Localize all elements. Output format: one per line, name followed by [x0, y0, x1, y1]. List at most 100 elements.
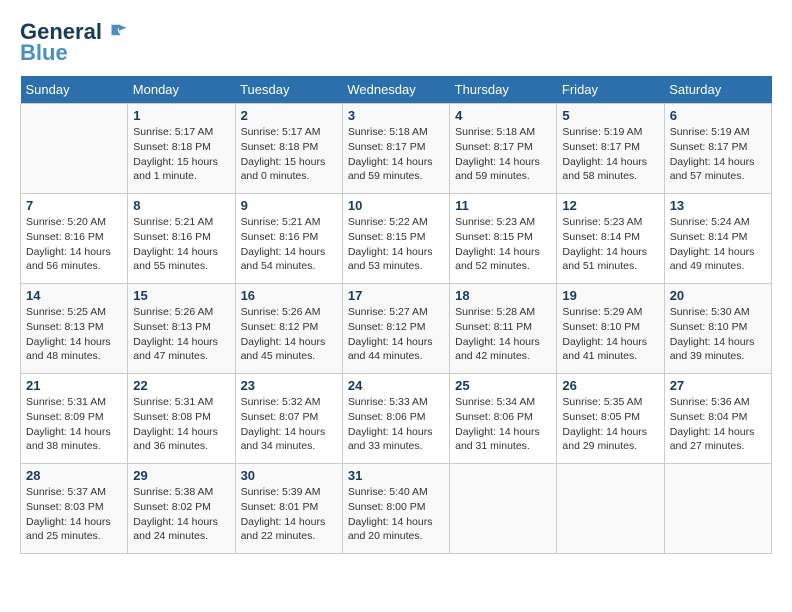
- day-number: 18: [455, 288, 551, 303]
- calendar-cell: 16 Sunrise: 5:26 AMSunset: 8:12 PMDayligh…: [235, 284, 342, 374]
- logo: General Blue: [20, 20, 128, 66]
- calendar-cell: 28 Sunrise: 5:37 AMSunset: 8:03 PMDayligh…: [21, 464, 128, 554]
- weekday-header-friday: Friday: [557, 76, 664, 104]
- day-info: Sunrise: 5:39 AMSunset: 8:01 PMDaylight:…: [241, 485, 337, 544]
- weekday-header-saturday: Saturday: [664, 76, 771, 104]
- day-info: Sunrise: 5:28 AMSunset: 8:11 PMDaylight:…: [455, 305, 551, 364]
- calendar-cell: 14 Sunrise: 5:25 AMSunset: 8:13 PMDayligh…: [21, 284, 128, 374]
- calendar-cell: 22Sunrise: 5:31 AMSunset: 8:08 PMDayligh…: [128, 374, 235, 464]
- calendar-cell: 6 Sunrise: 5:19 AMSunset: 8:17 PMDaylight…: [664, 104, 771, 194]
- day-number: 17: [348, 288, 444, 303]
- calendar-cell: 2Sunrise: 5:17 AMSunset: 8:18 PMDaylight…: [235, 104, 342, 194]
- calendar-cell: 19 Sunrise: 5:29 AMSunset: 8:10 PMDayligh…: [557, 284, 664, 374]
- day-number: 16: [241, 288, 337, 303]
- day-number: 1: [133, 108, 229, 123]
- calendar-cell: 10 Sunrise: 5:22 AMSunset: 8:15 PMDayligh…: [342, 194, 449, 284]
- calendar-cell: 18 Sunrise: 5:28 AMSunset: 8:11 PMDayligh…: [450, 284, 557, 374]
- day-number: 20: [670, 288, 766, 303]
- calendar-cell: 25 Sunrise: 5:34 AMSunset: 8:06 PMDayligh…: [450, 374, 557, 464]
- day-number: 10: [348, 198, 444, 213]
- weekday-header-wednesday: Wednesday: [342, 76, 449, 104]
- calendar-cell: 12 Sunrise: 5:23 AMSunset: 8:14 PMDayligh…: [557, 194, 664, 284]
- day-number: 29: [133, 468, 229, 483]
- calendar-cell: 3 Sunrise: 5:18 AMSunset: 8:17 PMDaylight…: [342, 104, 449, 194]
- day-info: Sunrise: 5:34 AMSunset: 8:06 PMDaylight:…: [455, 395, 551, 454]
- weekday-header-tuesday: Tuesday: [235, 76, 342, 104]
- day-info: Sunrise: 5:21 AMSunset: 8:16 PMDaylight:…: [133, 215, 229, 274]
- calendar-cell: 29 Sunrise: 5:38 AMSunset: 8:02 PMDayligh…: [128, 464, 235, 554]
- day-info: Sunrise: 5:24 AMSunset: 8:14 PMDaylight:…: [670, 215, 766, 274]
- calendar-cell: 11 Sunrise: 5:23 AMSunset: 8:15 PMDayligh…: [450, 194, 557, 284]
- day-info: Sunrise: 5:21 AMSunset: 8:16 PMDaylight:…: [241, 215, 337, 274]
- calendar-cell: 1Sunrise: 5:17 AMSunset: 8:18 PMDaylight…: [128, 104, 235, 194]
- day-info: Sunrise: 5:30 AMSunset: 8:10 PMDaylight:…: [670, 305, 766, 364]
- calendar-cell: 31 Sunrise: 5:40 AMSunset: 8:00 PMDayligh…: [342, 464, 449, 554]
- day-info: Sunrise: 5:23 AMSunset: 8:14 PMDaylight:…: [562, 215, 658, 274]
- calendar-cell: 20 Sunrise: 5:30 AMSunset: 8:10 PMDayligh…: [664, 284, 771, 374]
- day-number: 14: [26, 288, 122, 303]
- day-info: Sunrise: 5:36 AMSunset: 8:04 PMDaylight:…: [670, 395, 766, 454]
- day-number: 3: [348, 108, 444, 123]
- day-number: 8: [133, 198, 229, 213]
- weekday-header-monday: Monday: [128, 76, 235, 104]
- logo-blue: Blue: [20, 40, 68, 66]
- weekday-header-thursday: Thursday: [450, 76, 557, 104]
- day-info: Sunrise: 5:23 AMSunset: 8:15 PMDaylight:…: [455, 215, 551, 274]
- day-info: Sunrise: 5:25 AMSunset: 8:13 PMDaylight:…: [26, 305, 122, 364]
- day-info: Sunrise: 5:37 AMSunset: 8:03 PMDaylight:…: [26, 485, 122, 544]
- calendar-cell: 21 Sunrise: 5:31 AMSunset: 8:09 PMDayligh…: [21, 374, 128, 464]
- day-number: 6: [670, 108, 766, 123]
- day-number: 12: [562, 198, 658, 213]
- day-number: 15: [133, 288, 229, 303]
- calendar-cell: 7Sunrise: 5:20 AMSunset: 8:16 PMDaylight…: [21, 194, 128, 284]
- calendar-cell: [557, 464, 664, 554]
- day-info: Sunrise: 5:27 AMSunset: 8:12 PMDaylight:…: [348, 305, 444, 364]
- day-info: Sunrise: 5:17 AMSunset: 8:18 PMDaylight:…: [241, 125, 337, 184]
- calendar-cell: 17 Sunrise: 5:27 AMSunset: 8:12 PMDayligh…: [342, 284, 449, 374]
- day-info: Sunrise: 5:19 AMSunset: 8:17 PMDaylight:…: [670, 125, 766, 184]
- day-info: Sunrise: 5:26 AMSunset: 8:12 PMDaylight:…: [241, 305, 337, 364]
- day-number: 30: [241, 468, 337, 483]
- calendar-cell: 13 Sunrise: 5:24 AMSunset: 8:14 PMDayligh…: [664, 194, 771, 284]
- day-number: 4: [455, 108, 551, 123]
- calendar-cell: 26 Sunrise: 5:35 AMSunset: 8:05 PMDayligh…: [557, 374, 664, 464]
- calendar-cell: 27Sunrise: 5:36 AMSunset: 8:04 PMDayligh…: [664, 374, 771, 464]
- day-info: Sunrise: 5:38 AMSunset: 8:02 PMDaylight:…: [133, 485, 229, 544]
- day-number: 19: [562, 288, 658, 303]
- day-number: 31: [348, 468, 444, 483]
- calendar-table: SundayMondayTuesdayWednesdayThursdayFrid…: [20, 76, 772, 554]
- day-info: Sunrise: 5:31 AMSunset: 8:08 PMDaylight:…: [133, 395, 229, 454]
- day-info: Sunrise: 5:35 AMSunset: 8:05 PMDaylight:…: [562, 395, 658, 454]
- day-number: 9: [241, 198, 337, 213]
- day-number: 24: [348, 378, 444, 393]
- calendar-cell: [664, 464, 771, 554]
- calendar-cell: 8 Sunrise: 5:21 AMSunset: 8:16 PMDaylight…: [128, 194, 235, 284]
- day-info: Sunrise: 5:18 AMSunset: 8:17 PMDaylight:…: [348, 125, 444, 184]
- day-info: Sunrise: 5:22 AMSunset: 8:15 PMDaylight:…: [348, 215, 444, 274]
- day-number: 5: [562, 108, 658, 123]
- day-number: 13: [670, 198, 766, 213]
- day-number: 25: [455, 378, 551, 393]
- day-info: Sunrise: 5:20 AMSunset: 8:16 PMDaylight:…: [26, 215, 122, 274]
- day-info: Sunrise: 5:26 AMSunset: 8:13 PMDaylight:…: [133, 305, 229, 364]
- day-number: 11: [455, 198, 551, 213]
- day-info: Sunrise: 5:31 AMSunset: 8:09 PMDaylight:…: [26, 395, 122, 454]
- day-info: Sunrise: 5:18 AMSunset: 8:17 PMDaylight:…: [455, 125, 551, 184]
- calendar-cell: 9 Sunrise: 5:21 AMSunset: 8:16 PMDaylight…: [235, 194, 342, 284]
- day-number: 26: [562, 378, 658, 393]
- day-info: Sunrise: 5:19 AMSunset: 8:17 PMDaylight:…: [562, 125, 658, 184]
- page-header: General Blue: [20, 20, 772, 66]
- calendar-cell: 4 Sunrise: 5:18 AMSunset: 8:17 PMDaylight…: [450, 104, 557, 194]
- day-info: Sunrise: 5:40 AMSunset: 8:00 PMDaylight:…: [348, 485, 444, 544]
- calendar-cell: 30 Sunrise: 5:39 AMSunset: 8:01 PMDayligh…: [235, 464, 342, 554]
- weekday-header-sunday: Sunday: [21, 76, 128, 104]
- calendar-cell: [21, 104, 128, 194]
- day-number: 28: [26, 468, 122, 483]
- day-number: 21: [26, 378, 122, 393]
- day-info: Sunrise: 5:32 AMSunset: 8:07 PMDaylight:…: [241, 395, 337, 454]
- calendar-cell: 23Sunrise: 5:32 AMSunset: 8:07 PMDayligh…: [235, 374, 342, 464]
- calendar-cell: 24Sunrise: 5:33 AMSunset: 8:06 PMDayligh…: [342, 374, 449, 464]
- calendar-cell: 15 Sunrise: 5:26 AMSunset: 8:13 PMDayligh…: [128, 284, 235, 374]
- calendar-cell: 5 Sunrise: 5:19 AMSunset: 8:17 PMDaylight…: [557, 104, 664, 194]
- day-info: Sunrise: 5:29 AMSunset: 8:10 PMDaylight:…: [562, 305, 658, 364]
